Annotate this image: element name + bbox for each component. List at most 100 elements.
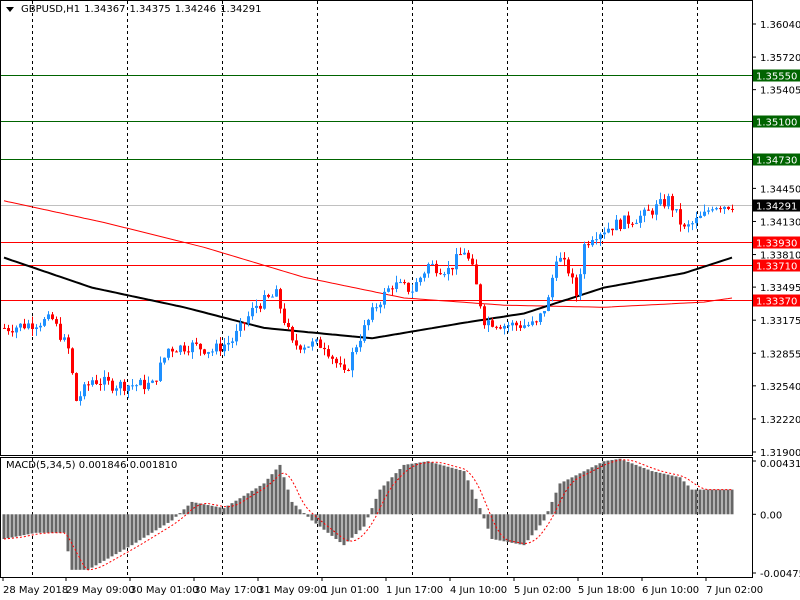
candle-body — [179, 345, 182, 353]
candle-body — [315, 339, 318, 342]
macd-histogram-bar — [490, 514, 494, 539]
candle-body — [567, 259, 570, 274]
macd-histogram-bar — [374, 498, 378, 515]
macd-histogram-bar — [482, 514, 486, 519]
macd-histogram-bar — [510, 514, 514, 543]
candle-body — [527, 324, 530, 326]
macd-histogram-bar — [286, 489, 290, 515]
level-label: 1.33370 — [756, 297, 797, 308]
macd-histogram-bar — [230, 503, 234, 515]
candle-body — [655, 204, 658, 215]
candle-body — [163, 357, 166, 363]
macd-histogram-bar — [90, 514, 94, 568]
candle-body — [695, 217, 698, 224]
macd-histogram-bar — [702, 489, 706, 515]
macd-histogram-bar — [130, 514, 134, 546]
candle-body — [251, 307, 254, 317]
candle-body — [495, 326, 498, 328]
candle-body — [59, 323, 62, 340]
macd-histogram-bar — [310, 514, 314, 521]
macd-histogram-bar — [58, 514, 62, 533]
macd-histogram-bar — [638, 466, 642, 515]
macd-histogram-bar — [546, 511, 550, 515]
macd-histogram-bar — [182, 509, 186, 515]
macd-histogram-bar — [154, 514, 158, 531]
macd-histogram-bar — [110, 514, 114, 557]
candle-body — [19, 323, 22, 328]
candle-body — [479, 284, 482, 307]
candle-body — [535, 321, 538, 323]
price-tick-label: 1.32220 — [760, 415, 800, 426]
candle-body — [331, 356, 334, 359]
candle-body — [67, 337, 70, 349]
candle-body — [339, 363, 342, 365]
macd-histogram-bar — [206, 505, 210, 515]
collapse-triangle-icon[interactable] — [6, 7, 14, 12]
macd-histogram-bar — [658, 472, 662, 515]
macd-tick-label: 0.004317 — [760, 459, 800, 470]
candle-body — [139, 379, 142, 386]
macd-histogram-bar — [682, 481, 686, 515]
macd-histogram-bar — [178, 513, 182, 515]
candle-body — [631, 223, 634, 225]
candle-body — [71, 348, 74, 374]
candle-body — [23, 323, 26, 329]
candle-body — [643, 209, 646, 216]
macd-histogram-bar — [458, 469, 462, 515]
candle-body — [199, 343, 202, 350]
candle-body — [503, 325, 506, 329]
candle-body — [711, 209, 714, 211]
macd-histogram-bar — [290, 501, 294, 515]
macd-histogram-bar — [2, 514, 6, 539]
high-value: 1.34375 — [129, 4, 171, 15]
macd-histogram-bar — [194, 502, 198, 515]
candle-body — [275, 289, 278, 297]
candle-body — [203, 349, 206, 354]
price-chart[interactable]: 1.360401.357201.354051.344501.341301.338… — [0, 0, 800, 600]
candle-body — [351, 352, 354, 371]
price-tick-label: 1.34450 — [760, 184, 800, 195]
macd-histogram-bar — [666, 474, 670, 515]
macd-histogram-bar — [386, 481, 390, 515]
macd-histogram-bar — [674, 476, 678, 515]
candle-body — [347, 369, 350, 371]
macd-histogram-bar — [366, 514, 370, 518]
candle-body — [707, 210, 710, 212]
candle-body — [191, 342, 194, 353]
macd-histogram-bar — [530, 514, 534, 536]
macd-histogram-bar — [630, 463, 634, 515]
macd-histogram-bar — [574, 475, 578, 515]
candle-body — [471, 258, 474, 265]
macd-histogram-bar — [542, 514, 546, 521]
candle-body — [235, 330, 238, 342]
macd-histogram-bar — [506, 514, 510, 543]
macd-histogram-bar — [474, 498, 478, 515]
candle-body — [731, 208, 734, 210]
candle-body — [359, 340, 362, 348]
macd-histogram-bar — [350, 514, 354, 538]
candle-body — [675, 209, 678, 211]
macd-histogram-bar — [162, 514, 166, 526]
macd-histogram-bar — [518, 514, 522, 545]
macd-histogram-bar — [358, 514, 362, 531]
candle-body — [83, 384, 86, 397]
candle-body — [411, 291, 414, 293]
macd-histogram-bar — [550, 501, 554, 515]
macd-histogram-bar — [466, 480, 470, 515]
level-label: 1.34730 — [756, 156, 797, 167]
price-tick-label: 1.31900 — [760, 448, 800, 459]
macd-histogram-bar — [306, 514, 310, 517]
macd-histogram-bar — [318, 514, 322, 527]
macd-histogram-bar — [34, 514, 38, 533]
macd-histogram-bar — [730, 489, 734, 515]
candle-body — [519, 325, 522, 328]
macd-histogram-bar — [274, 469, 278, 515]
price-tick-label: 1.33175 — [760, 316, 800, 327]
candle-body — [107, 376, 110, 381]
candle-body — [147, 382, 150, 390]
candle-body — [291, 327, 294, 341]
candle-body — [259, 305, 262, 309]
candle-body — [223, 344, 226, 352]
candle-body — [355, 347, 358, 353]
candle-body — [531, 321, 534, 325]
